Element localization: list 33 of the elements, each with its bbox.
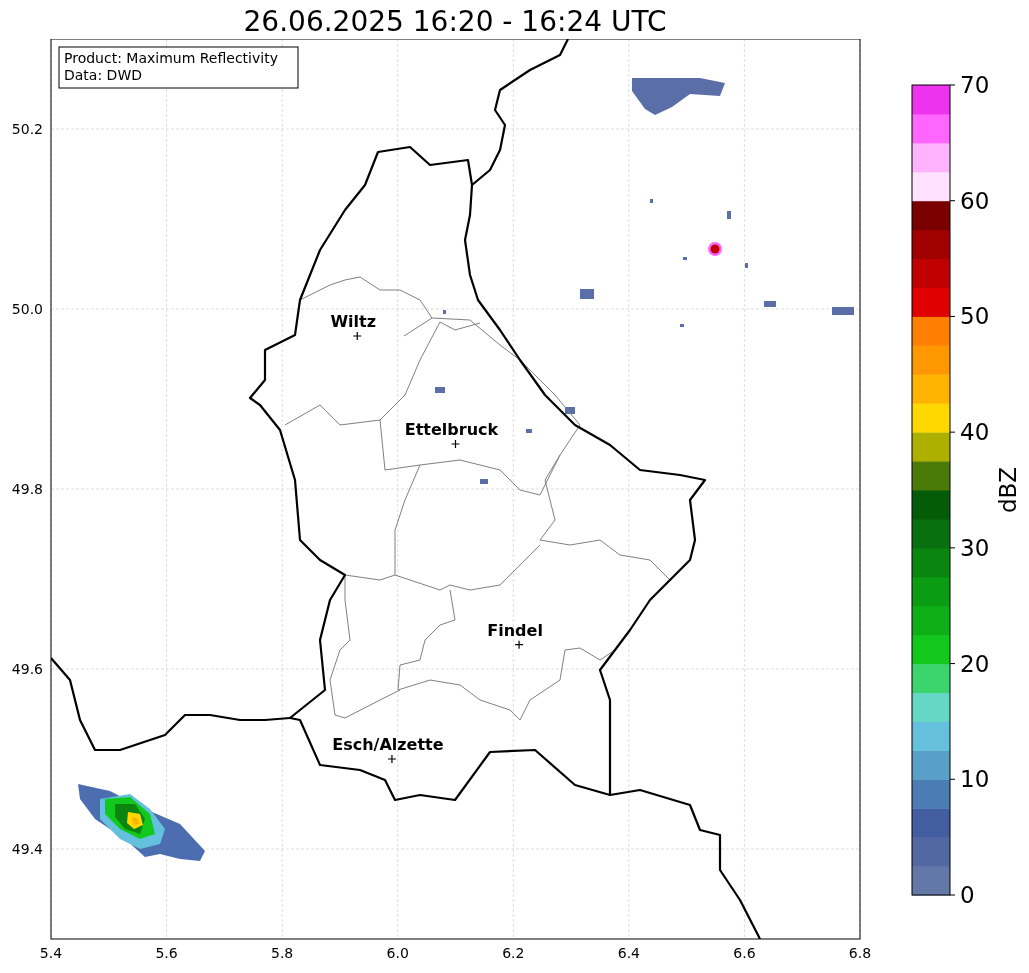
- info-text: Data: DWD: [64, 67, 142, 83]
- x-tick-label: 6.8: [848, 945, 872, 961]
- plot-title: 26.06.2025 16:20 - 16:24 UTC: [242, 4, 668, 39]
- colorbar-tick-label: 0: [960, 882, 975, 908]
- y-tick-label: 50.2: [11, 121, 43, 137]
- colorbar-tick-label: 30: [960, 534, 990, 561]
- y-tick-label: 49.8: [11, 481, 43, 497]
- info-text: Product: Maximum Reflectivity: [64, 50, 278, 66]
- x-tick-label: 6.2: [502, 945, 525, 961]
- colorbar-tick-label: 10: [960, 766, 990, 793]
- x-tick-label: 6.6: [733, 945, 756, 961]
- city-label: Ettelbruck: [404, 420, 499, 439]
- x-tick-label: 5.8: [271, 945, 294, 961]
- y-tick-label: 49.6: [11, 661, 43, 677]
- y-tick-label: 49.4: [11, 841, 43, 857]
- colorbar-tick-label: 60: [960, 187, 990, 214]
- x-tick-label: 5.4: [39, 945, 63, 961]
- city-label: Esch/Alzette: [332, 735, 444, 754]
- colorbar-tick-label: 70: [960, 72, 990, 98]
- colorbar-tick-label: 50: [960, 303, 990, 330]
- city-label: Findel: [487, 620, 543, 640]
- city-marker-icon: [514, 640, 524, 650]
- city-marker-icon: [387, 754, 397, 764]
- colorbar-label: dBZ: [995, 466, 1021, 514]
- x-tick-label: 6.4: [617, 945, 640, 961]
- city-marker-icon: [352, 331, 362, 341]
- x-tick-label: 6.0: [386, 945, 409, 961]
- colorbar-tick-label: 40: [960, 419, 990, 446]
- colorbar-tick-label: 20: [960, 650, 990, 677]
- y-tick-label: 50.0: [11, 301, 43, 317]
- city-marker-icon: [450, 439, 461, 449]
- city-label: Wiltz: [330, 312, 377, 331]
- x-tick-label: 5.6: [155, 945, 178, 961]
